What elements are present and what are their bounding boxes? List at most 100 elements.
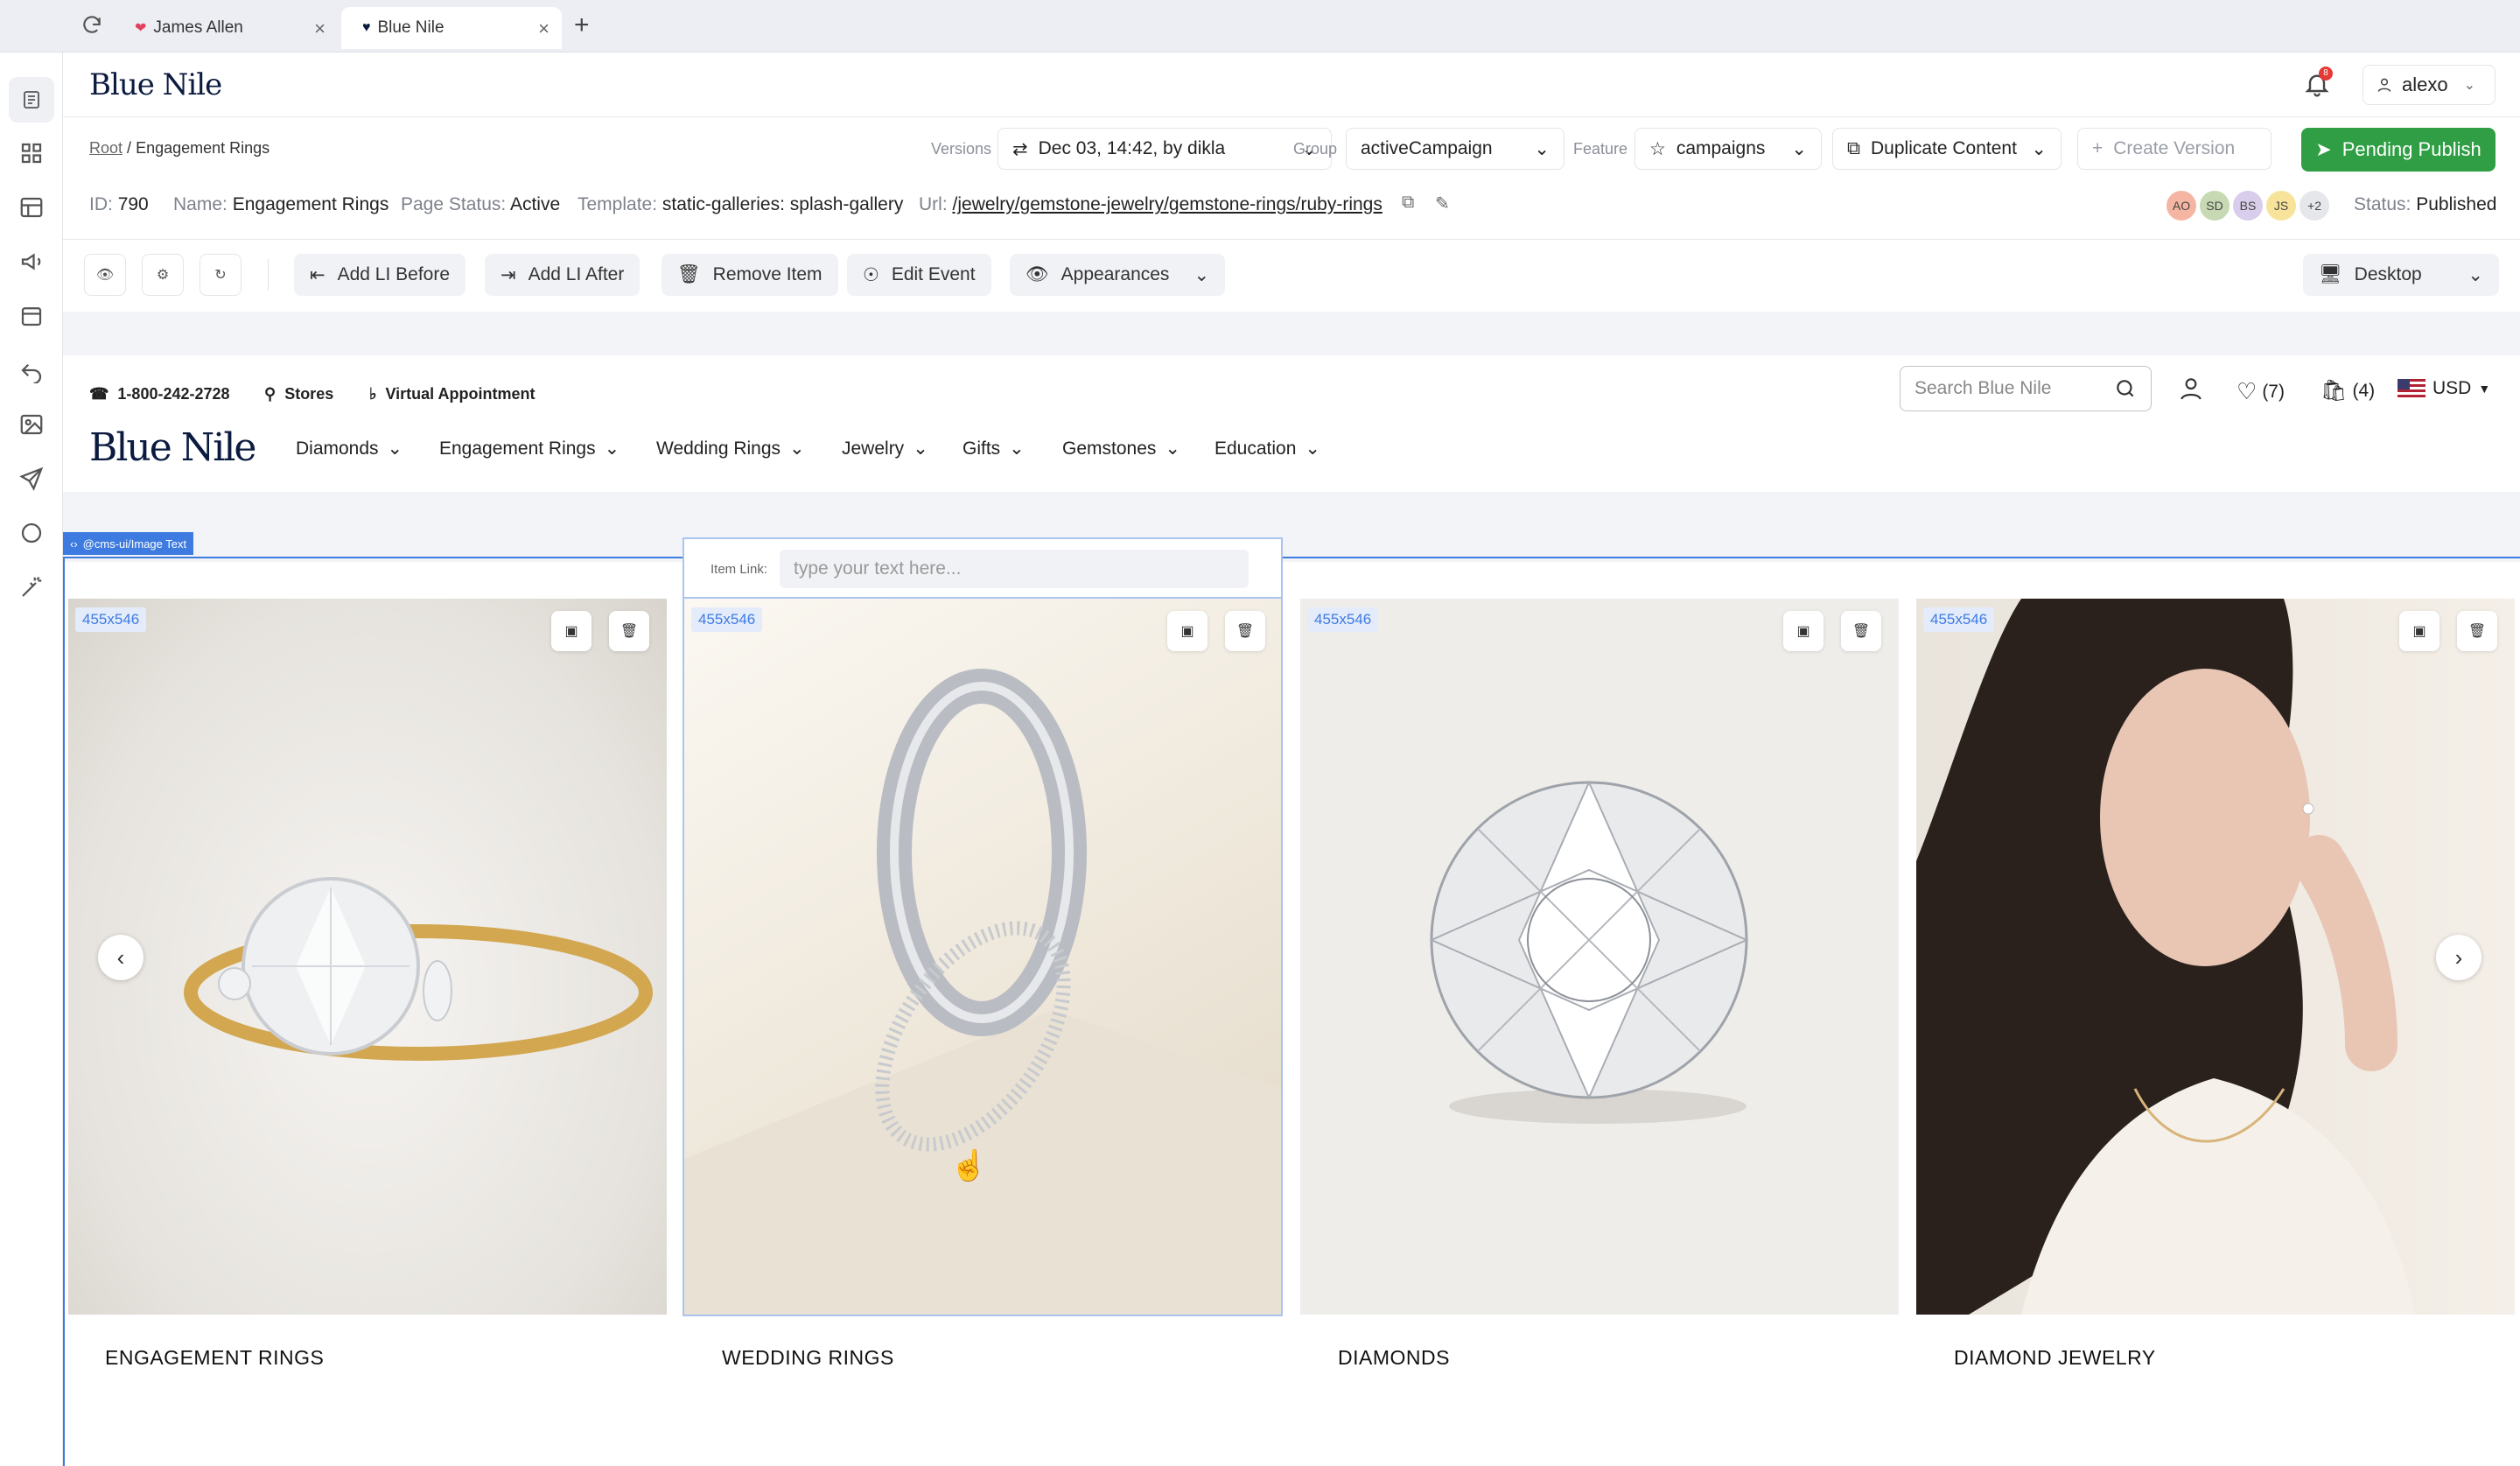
nav-jewelry[interactable]: Jewelry ⌄ [842, 438, 928, 459]
jewelry-model-image [1916, 599, 2415, 1315]
gallery-item-diamonds[interactable]: 455x546 ▣ 🗑 [1300, 599, 1899, 1315]
gallery-caption[interactable]: DIAMONDS [1338, 1346, 1450, 1370]
reload-icon[interactable] [80, 14, 103, 37]
tab-label: James Allen [153, 18, 243, 37]
add-li-after-button[interactable]: ⇥ Add LI After [485, 254, 640, 296]
chevron-down-icon: ⌄ [604, 438, 620, 459]
group-select[interactable]: activeCampaign ⌄ [1346, 128, 1564, 170]
phone-number: 1-800-242-2728 [117, 385, 230, 403]
carousel-prev-button[interactable]: ‹ [98, 935, 144, 980]
avatar-more[interactable]: +2 [2298, 189, 2331, 222]
create-version-button[interactable]: + Create Version [2077, 128, 2272, 170]
close-tab-icon[interactable]: × [314, 18, 326, 40]
cart-link[interactable]: 🛍 (4) [2320, 378, 2375, 403]
account-icon[interactable] [2177, 375, 2205, 403]
item-link-editor: Item Link: type your text here... [682, 537, 1283, 599]
currency-value: USD [2432, 378, 2472, 398]
remove-item-button[interactable]: 🗑 Remove Item [662, 254, 838, 296]
avatar[interactable]: SD [2198, 189, 2231, 222]
image-replace-icon: ▣ [1796, 624, 1810, 639]
item-link-label: Item Link: [710, 561, 768, 577]
stores-link[interactable]: ⚲ Stores [264, 385, 333, 403]
nav-gemstones[interactable]: Gemstones ⌄ [1062, 438, 1180, 459]
currency-select[interactable]: USD ▼ [2398, 378, 2490, 399]
breadcrumb: Root / Engagement Rings [89, 139, 270, 158]
settings-button[interactable]: ⚙ [142, 254, 184, 296]
delete-image-button[interactable]: 🗑 [1841, 611, 1881, 651]
nav-engagement-rings[interactable]: Engagement Rings ⌄ [439, 438, 620, 459]
gallery-item-engagement-rings[interactable]: 455x546 ▣ 🗑 [68, 599, 667, 1315]
group-value: activeCampaign [1361, 138, 1493, 158]
phone-link[interactable]: ☎ 1-800-242-2728 [89, 385, 230, 403]
chevron-down-icon: ⌄ [1194, 264, 1210, 285]
undo-icon[interactable] [18, 357, 45, 383]
breadcrumb-current: Engagement Rings [136, 139, 270, 157]
pages-icon[interactable] [9, 77, 54, 123]
chevron-down-icon: ⌄ [1009, 438, 1025, 459]
edit-icon[interactable]: ✎ [1435, 193, 1450, 214]
table-icon[interactable] [18, 194, 45, 221]
components-icon[interactable] [18, 140, 45, 166]
nav-gifts[interactable]: Gifts ⌄ [962, 438, 1025, 459]
site-logo[interactable]: Blue Nile [89, 425, 256, 470]
chevron-right-icon: › [2454, 943, 2463, 971]
component-tag[interactable]: ‹› @cms-ui/Image Text [63, 532, 194, 555]
chevron-down-icon: ⌄ [789, 438, 805, 459]
version-select[interactable]: ⇄ Dec 03, 14:42, by dikla ⌄ [998, 128, 1332, 170]
user-menu[interactable]: alexo ⌄ [2362, 65, 2496, 105]
appearances-label: Appearances [1060, 264, 1170, 284]
campaign-icon[interactable] [18, 249, 45, 275]
publish-status-value: Published [2416, 194, 2497, 214]
delete-image-button[interactable]: 🗑 [609, 611, 649, 651]
page-url-link[interactable]: /jewelry/gemstone-jewelry/gemstone-rings… [953, 194, 1382, 214]
heart-icon: ♡ [2236, 378, 2258, 404]
gallery-caption[interactable]: DIAMOND JEWELRY [1954, 1346, 2156, 1370]
avatar[interactable]: JS [2264, 189, 2298, 222]
browser-tab-blue-nile[interactable]: ♥ Blue Nile × [341, 7, 562, 49]
nav-wedding-rings[interactable]: Wedding Rings ⌄ [656, 438, 805, 459]
copy-icon[interactable]: ⧉ [1402, 193, 1414, 213]
image-icon[interactable] [18, 411, 45, 438]
add-li-before-button[interactable]: ⇤ Add LI Before [294, 254, 466, 296]
gallery-caption[interactable]: ENGAGEMENT RINGS [105, 1346, 324, 1370]
delete-image-button[interactable]: 🗑 [2457, 611, 2497, 651]
virtual-appointment-link[interactable]: ♭ Virtual Appointment [369, 385, 536, 403]
gallery-caption[interactable]: WEDDING RINGS [722, 1346, 894, 1370]
preview-button[interactable]: 👁 [84, 254, 126, 296]
monitor-icon: 🖥 [2319, 264, 2342, 284]
calendar-icon[interactable] [18, 303, 45, 329]
browser-tab-james-allen[interactable]: ❤ James Allen × [114, 7, 338, 49]
close-tab-icon[interactable]: × [538, 18, 550, 40]
search-placeholder: Search Blue Nile [1914, 378, 2052, 398]
appearances-select[interactable]: 👁 Appearances ⌄ [1010, 254, 1226, 296]
replace-image-button[interactable]: ▣ [551, 611, 592, 651]
chevron-down-icon: ⌄ [2463, 78, 2475, 93]
pending-publish-button[interactable]: ➤ Pending Publish [2301, 128, 2496, 172]
page-status-label: Page Status: [401, 194, 507, 214]
device-select[interactable]: 🖥 Desktop ⌄ [2303, 254, 2499, 296]
feature-select[interactable]: ☆ campaigns ⌄ [1634, 128, 1822, 170]
new-tab-icon[interactable]: + [574, 11, 590, 40]
replace-image-button[interactable]: ▣ [1783, 611, 1824, 651]
edit-event-button[interactable]: ☉ Edit Event [847, 254, 991, 296]
site-search-input[interactable]: Search Blue Nile [1900, 366, 2152, 411]
gallery-item-diamond-jewelry[interactable]: 455x546 ▣ 🗑 [1916, 599, 2515, 1315]
item-link-input[interactable]: type your text here... [780, 550, 1250, 588]
magic-wand-icon[interactable] [18, 574, 45, 600]
eye-icon: 👁 [1026, 264, 1049, 284]
avatar[interactable]: BS [2231, 189, 2264, 222]
avatar[interactable]: AO [2165, 189, 2198, 222]
circle-icon[interactable] [18, 520, 45, 546]
nav-education[interactable]: Education ⌄ [1214, 438, 1320, 459]
search-icon[interactable] [2114, 377, 2137, 400]
breadcrumb-root[interactable]: Root [89, 139, 122, 157]
send-icon[interactable] [18, 466, 45, 492]
wishlist-link[interactable]: ♡ (7) [2236, 378, 2285, 405]
nav-diamonds[interactable]: Diamonds ⌄ [296, 438, 402, 459]
trash-icon: 🗑 [1852, 624, 1871, 639]
replace-image-button[interactable]: ▣ [2399, 611, 2440, 651]
carousel-next-button[interactable]: › [2436, 935, 2482, 980]
app-logo: Blue Nile [89, 67, 222, 102]
duplicate-content-select[interactable]: ⧉ Duplicate Content ⌄ [1832, 128, 2062, 170]
refresh-button[interactable]: ↻ [200, 254, 242, 296]
